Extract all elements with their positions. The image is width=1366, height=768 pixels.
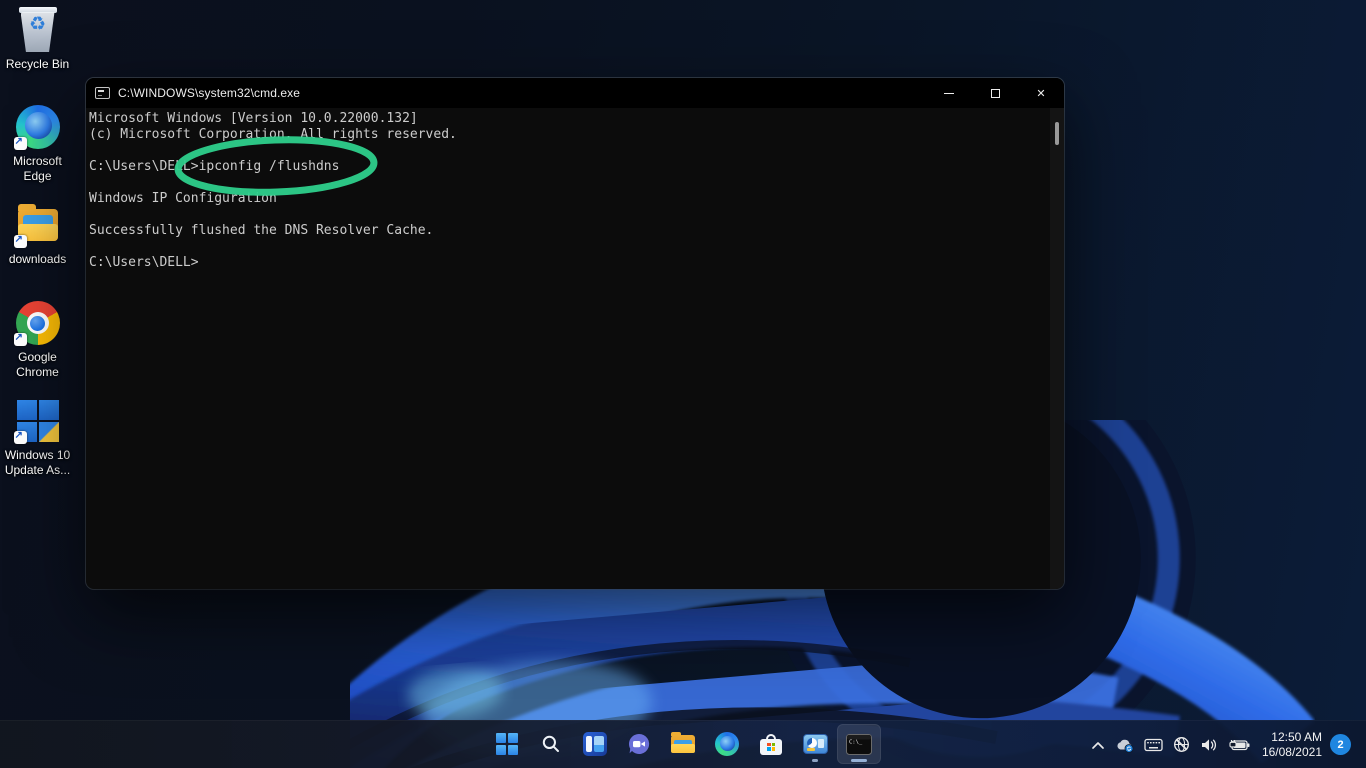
system-tray: 12:50 AM 16/08/2021 2: [1086, 721, 1366, 768]
search-button[interactable]: [529, 724, 573, 764]
start-button[interactable]: [485, 724, 529, 764]
touch-keyboard-button[interactable]: [1139, 725, 1168, 765]
terminal-line: [89, 143, 1050, 159]
cmd-window: C:\WINDOWS\system32\cmd.exe Microsoft Wi…: [86, 78, 1064, 589]
volume-tray-button[interactable]: [1195, 725, 1223, 765]
terminal-line: C:\Users\DELL>ipconfig /flushdns: [89, 159, 1050, 175]
cmd-app-icon: [95, 87, 110, 99]
keyboard-icon: [1144, 738, 1163, 752]
clock-date: 16/08/2021: [1262, 745, 1322, 760]
file-explorer-icon: [670, 733, 696, 755]
active-running-indicator: [851, 759, 867, 762]
cmd-taskbar-button[interactable]: C:\_: [837, 724, 881, 764]
window-title: C:\WINDOWS\system32\cmd.exe: [118, 86, 300, 100]
maximize-icon: [991, 89, 1000, 98]
desktop-icon-label: Windows 10 Update As...: [1, 448, 74, 478]
desktop: Recycle Bin Microsoft Edge downloads Goo…: [0, 0, 1366, 768]
system-app-button[interactable]: [793, 724, 837, 764]
edge-icon: [14, 103, 62, 151]
taskbar-center: C:\_: [485, 724, 881, 764]
shortcut-arrow-icon: [14, 137, 27, 150]
notification-badge[interactable]: 2: [1330, 734, 1351, 755]
terminal-line: (c) Microsoft Corporation. All rights re…: [89, 127, 1050, 143]
shortcut-arrow-icon: [14, 431, 27, 444]
terminal-line: Successfully flushed the DNS Resolver Ca…: [89, 223, 1050, 239]
chevron-up-icon: [1091, 740, 1105, 750]
desktop-icon-label: Recycle Bin: [1, 57, 74, 72]
windows-start-icon: [496, 733, 518, 755]
globe-offline-icon: [1173, 736, 1190, 753]
terminal-line: [89, 207, 1050, 223]
recycle-bin-icon: [14, 6, 62, 54]
task-view-icon: [583, 732, 607, 756]
minimize-icon: [944, 93, 954, 94]
desktop-icon-label: Microsoft Edge: [1, 154, 74, 184]
speaker-icon: [1200, 737, 1218, 753]
system-properties-icon: [803, 734, 828, 754]
microsoft-store-icon: [760, 734, 782, 755]
terminal-output[interactable]: Microsoft Windows [Version 10.0.22000.13…: [86, 108, 1050, 589]
chat-icon: [627, 732, 651, 756]
terminal-line: Windows IP Configuration: [89, 191, 1050, 207]
scrollbar[interactable]: [1050, 108, 1064, 589]
window-titlebar[interactable]: C:\WINDOWS\system32\cmd.exe: [86, 78, 1064, 108]
recycle-symbol-icon: [14, 15, 62, 35]
terminal-line: Microsoft Windows [Version 10.0.22000.13…: [89, 111, 1050, 127]
onedrive-tray-button[interactable]: [1110, 725, 1139, 765]
file-explorer-button[interactable]: [661, 724, 705, 764]
terminal-line: [89, 239, 1050, 255]
onedrive-icon: [1115, 737, 1134, 753]
battery-charging-icon: [1228, 738, 1250, 752]
clock-time: 12:50 AM: [1262, 730, 1322, 745]
running-indicator: [812, 759, 818, 762]
command-prompt-icon: C:\_: [846, 734, 872, 755]
edge-icon: [715, 732, 739, 756]
windows-logo-icon: [14, 397, 62, 445]
minimize-button[interactable]: [926, 78, 972, 108]
search-icon: [541, 734, 561, 754]
shortcut-arrow-icon: [14, 235, 27, 248]
store-button[interactable]: [749, 724, 793, 764]
scrollbar-thumb[interactable]: [1055, 122, 1059, 145]
close-icon: [1036, 84, 1045, 102]
close-button[interactable]: [1018, 78, 1064, 108]
desktop-icon-label: Google Chrome: [1, 350, 74, 380]
hidden-icons-button[interactable]: [1086, 725, 1110, 765]
shortcut-arrow-icon: [14, 333, 27, 346]
task-view-button[interactable]: [573, 724, 617, 764]
edge-button[interactable]: [705, 724, 749, 764]
chat-button[interactable]: [617, 724, 661, 764]
desktop-icon-recycle-bin[interactable]: Recycle Bin: [1, 6, 74, 72]
network-tray-button[interactable]: [1168, 725, 1195, 765]
desktop-icon-microsoft-edge[interactable]: Microsoft Edge: [1, 103, 74, 184]
clock[interactable]: 12:50 AM 16/08/2021: [1262, 730, 1322, 760]
desktop-icon-google-chrome[interactable]: Google Chrome: [1, 299, 74, 380]
svg-text:C:\_: C:\_: [849, 739, 863, 745]
battery-tray-button[interactable]: [1223, 725, 1255, 765]
terminal-line: [89, 175, 1050, 191]
desktop-icon-label: downloads: [1, 252, 74, 267]
taskbar: C:\_: [0, 720, 1366, 768]
desktop-icon-windows10-update[interactable]: Windows 10 Update As...: [1, 397, 74, 478]
desktop-icon-downloads[interactable]: downloads: [1, 201, 74, 267]
terminal-line: C:\Users\DELL>: [89, 255, 1050, 271]
chrome-icon: [14, 299, 62, 347]
maximize-button[interactable]: [972, 78, 1018, 108]
folder-icon: [14, 201, 62, 249]
